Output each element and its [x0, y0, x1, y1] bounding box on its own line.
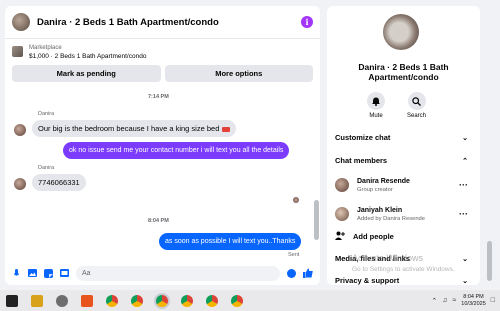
taskbar: ⌃ ♫ ≈ 8:04 PM 10/3/2025 □: [0, 290, 500, 311]
thumbs-up-icon[interactable]: [303, 268, 313, 278]
watermark-subtitle: Go to Settings to activate Windows.: [352, 266, 455, 273]
customize-chat-section[interactable]: Customize chat ⌄: [335, 133, 468, 142]
wifi-icon[interactable]: ≈: [452, 297, 456, 304]
member-avatar[interactable]: [335, 207, 349, 221]
volume-icon[interactable]: ♫: [442, 297, 447, 304]
bed-emoji-icon: [222, 127, 231, 132]
message-bubble-sent[interactable]: as soon as possible I will text you..Tha…: [159, 233, 302, 250]
member-name: Janiyah Klein: [357, 206, 403, 214]
chevron-down-icon: ⌄: [462, 277, 468, 285]
chat-header: Danira · 2 Beds 1 Bath Apartment/condo i: [5, 6, 320, 39]
sender-name: Danira: [38, 165, 55, 171]
clock-time: 8:04 PM: [463, 293, 484, 300]
details-scroll-thumb[interactable]: [487, 241, 492, 281]
group-avatar[interactable]: [383, 14, 419, 50]
member-avatar[interactable]: [335, 178, 349, 192]
privacy-support-section[interactable]: Privacy & support ⌄: [335, 276, 468, 285]
message-text: as soon as possible I will text you..Tha…: [165, 238, 296, 245]
chrome-icon[interactable]: [131, 294, 143, 307]
mute-label: Mute: [369, 113, 383, 119]
listing-thumbnail[interactable]: [12, 46, 23, 57]
bell-icon[interactable]: [367, 92, 385, 110]
gif-icon[interactable]: [60, 269, 69, 278]
message-text: ok no issue send me your contact number …: [69, 147, 284, 154]
sticker-icon[interactable]: [44, 268, 53, 278]
more-icon[interactable]: ···: [459, 209, 468, 219]
microphone-icon[interactable]: [12, 268, 21, 278]
chevron-down-icon: ⌄: [462, 134, 468, 142]
message-input[interactable]: Aa: [76, 265, 280, 281]
chevron-down-icon: ⌄: [462, 255, 468, 263]
member-role: Added by Danira Resende: [357, 215, 425, 222]
image-icon[interactable]: [28, 269, 37, 278]
group-title: Danira · 2 Beds 1 Bath Apartment/condo: [358, 62, 449, 82]
search-label: Search: [407, 113, 427, 119]
chrome-icon[interactable]: [106, 294, 118, 307]
add-person-icon: [335, 231, 345, 242]
chat-members-section[interactable]: Chat members ⌃: [335, 156, 468, 165]
composer: Aa: [5, 261, 320, 285]
member-role: Group creator: [357, 186, 393, 193]
chrome-icon[interactable]: [156, 294, 168, 307]
app-icon[interactable]: [56, 294, 68, 307]
chat-details-panel: Danira · 2 Beds 1 Bath Apartment/condo M…: [327, 6, 480, 285]
search-button[interactable]: Search: [407, 92, 426, 119]
message-bubble-sent[interactable]: ok no issue send me your contact number …: [63, 142, 290, 159]
chat-avatar[interactable]: [12, 13, 30, 31]
privacy-support-label: Privacy & support: [335, 276, 400, 285]
chat-title[interactable]: Danira · 2 Beds 1 Bath Apartment/condo: [37, 17, 301, 28]
mute-button[interactable]: Mute: [367, 92, 385, 119]
search-icon[interactable]: [407, 92, 426, 110]
clock[interactable]: 8:04 PM 10/3/2025: [461, 294, 485, 308]
chat-members-label: Chat members: [335, 156, 388, 165]
marketplace-label: Marketplace: [29, 45, 62, 51]
chrome-icon[interactable]: [181, 294, 193, 307]
chat-scroll-thumb[interactable]: [314, 200, 319, 240]
more-options-button[interactable]: More options: [164, 65, 313, 82]
seen-indicator-avatar: [293, 197, 299, 203]
sender-avatar[interactable]: [14, 124, 26, 136]
notification-icon[interactable]: □: [491, 297, 495, 304]
add-people-button[interactable]: Add people: [335, 231, 394, 242]
message-list: 7:14 PM Danira Our big is the bedroom be…: [5, 92, 312, 260]
more-icon[interactable]: ···: [459, 180, 468, 190]
message-bubble-received[interactable]: Our big is the bedroom because I have a …: [32, 120, 237, 137]
add-people-label: Add people: [353, 232, 394, 241]
chat-scrollbar[interactable]: [314, 92, 319, 260]
clock-date: 10/3/2025: [461, 300, 486, 307]
member-row[interactable]: Janiyah Klein Added by Danira Resende ··…: [335, 203, 468, 225]
activation-watermark: Activate Windows Go to Settings to activ…: [352, 253, 455, 275]
sender-name: Danira: [38, 111, 55, 117]
timestamp: 8:04 PM: [148, 218, 169, 224]
system-tray: ⌃ ♫ ≈ 8:04 PM 10/3/2025 □: [431, 290, 495, 311]
chrome-icon[interactable]: [231, 294, 243, 307]
folder-icon[interactable]: [31, 294, 43, 307]
chevron-up-icon: ⌃: [462, 157, 468, 165]
message-bubble-received[interactable]: 7746066331: [32, 174, 86, 191]
chevron-up-icon[interactable]: ⌃: [431, 297, 437, 305]
chrome-icon[interactable]: [206, 294, 218, 307]
app-icon[interactable]: [81, 294, 93, 307]
details-scrollbar[interactable]: [487, 6, 493, 285]
info-icon[interactable]: i: [301, 16, 313, 28]
message-text: Our big is the bedroom because I have a …: [38, 124, 220, 133]
message-text: 7746066331: [38, 178, 80, 187]
mark-pending-button[interactable]: Mark as pending: [12, 65, 161, 82]
marketplace-banner: Marketplace $1,000 · 2 Beds 1 Bath Apart…: [5, 39, 320, 82]
sender-avatar[interactable]: [14, 178, 26, 190]
customize-chat-label: Customize chat: [335, 133, 391, 142]
sent-status: Sent: [288, 252, 300, 258]
app-icon[interactable]: [6, 294, 18, 307]
member-row[interactable]: Danira Resende Group creator ···: [335, 174, 468, 196]
member-name: Danira Resende: [357, 177, 410, 185]
emoji-icon[interactable]: [287, 268, 296, 278]
watermark-title: Activate Windows: [352, 253, 424, 263]
timestamp: 7:14 PM: [148, 94, 169, 100]
quick-actions: Mute Search: [367, 92, 426, 119]
listing-title[interactable]: $1,000 · 2 Beds 1 Bath Apartment/condo: [29, 52, 146, 61]
chat-panel: Danira · 2 Beds 1 Bath Apartment/condo i…: [5, 6, 320, 285]
